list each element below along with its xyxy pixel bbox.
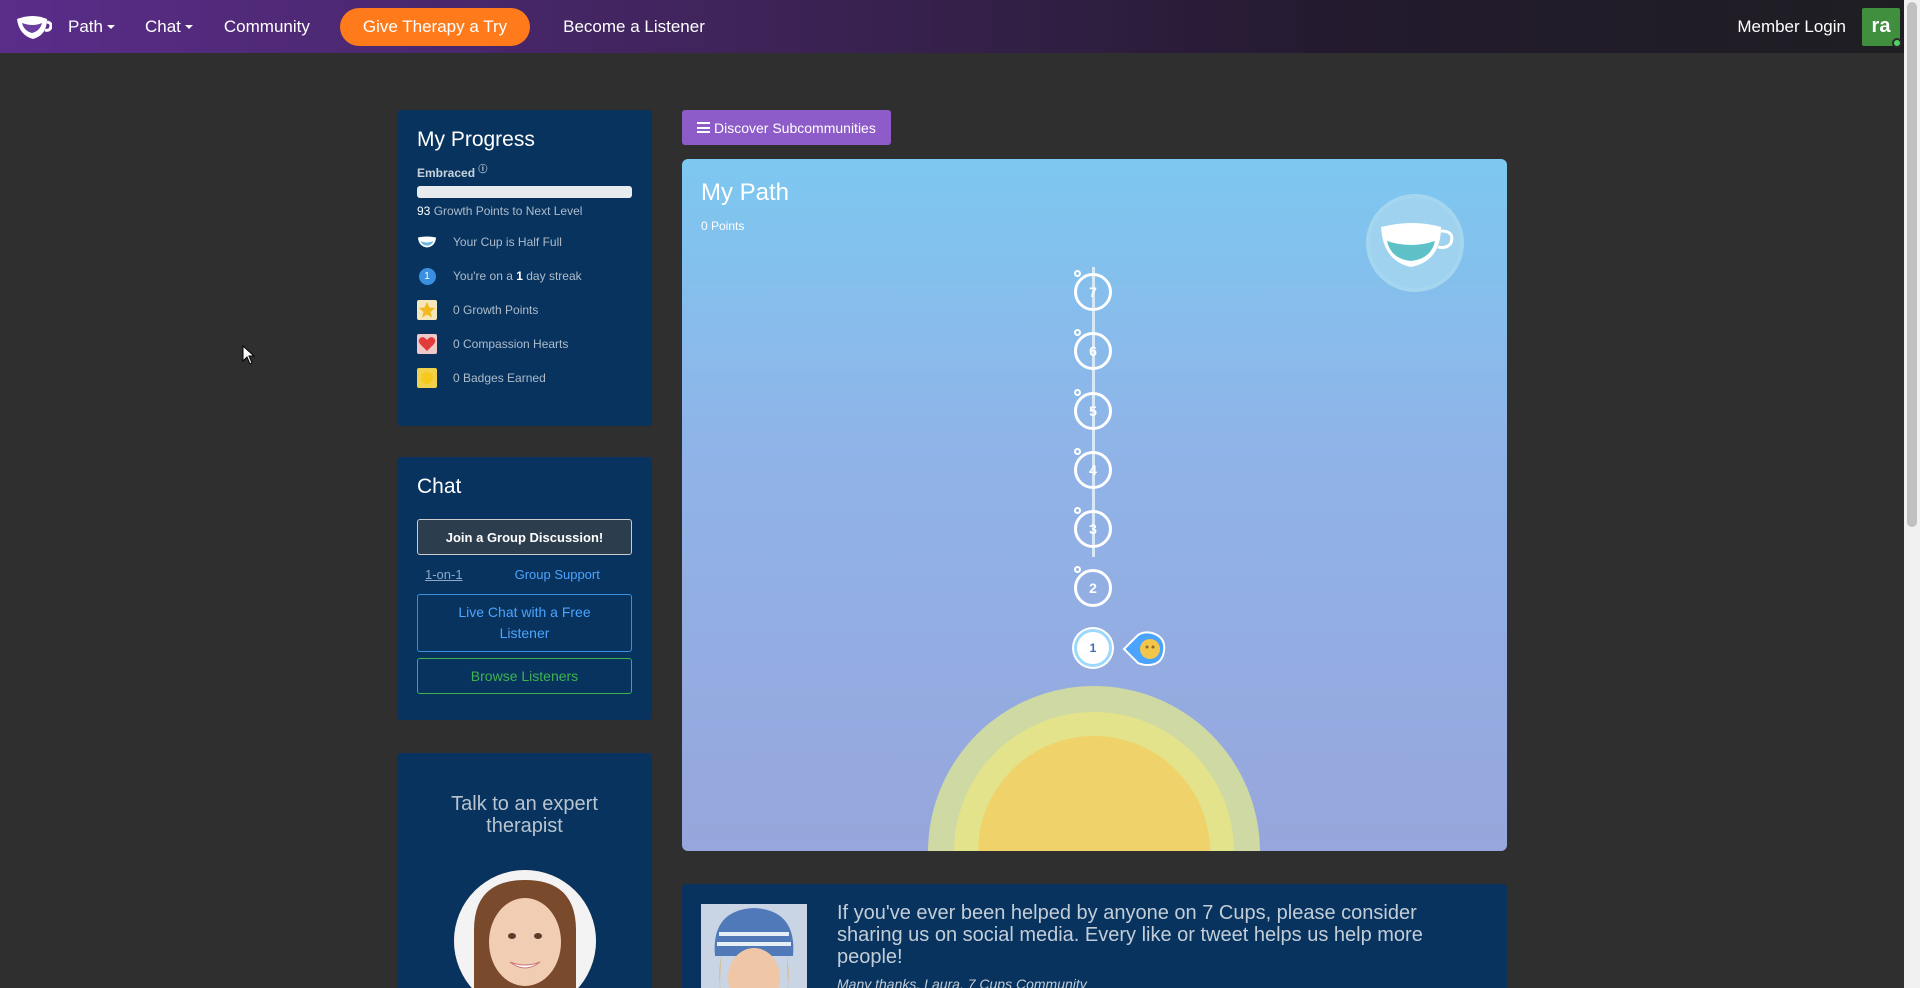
stat-growth-text: 0 Growth Points <box>453 303 539 317</box>
nav-path-label: Path <box>68 16 103 36</box>
chat-panel: Chat Join a Group Discussion! 1-on-1 Gro… <box>397 457 652 720</box>
expert-title: Talk to an expert therapist <box>451 793 598 837</box>
expert-therapist-panel: Talk to an expert therapist <box>397 753 652 988</box>
share-social-panel: If you've ever been helped by anyone on … <box>682 884 1507 988</box>
badge-icon <box>417 368 437 388</box>
stat-cup: Your Cup is Half Full <box>417 232 632 252</box>
step-lock-icon <box>1074 507 1081 514</box>
avatar-initials: ra <box>1871 15 1891 37</box>
share-signature: Many thanks, Laura, 7 Cups Community <box>837 976 1087 988</box>
streak-count: 1 <box>516 269 523 283</box>
avatar[interactable]: ra <box>1862 7 1902 48</box>
chat-tabs: 1-on-1 Group Support <box>417 567 632 582</box>
chevron-down-icon <box>184 24 193 29</box>
my-progress-panel: My Progress Embraced ⓘ 93 Growth Points … <box>397 110 652 426</box>
level-name: Embraced <box>417 166 476 180</box>
cup-level-icon[interactable] <box>1366 194 1464 292</box>
top-navbar: Path Chat Community Give Therapy a Try B… <box>0 0 1920 53</box>
stat-cup-text: Your Cup is Half Full <box>453 235 562 249</box>
step-lock-icon <box>1074 566 1081 573</box>
heart-icon <box>417 334 437 354</box>
star-icon <box>417 300 437 320</box>
stat-hearts-text: 0 Compassion Hearts <box>453 337 569 351</box>
share-message: If you've ever been helped by anyone on … <box>837 902 1423 968</box>
page-scrollbar[interactable] <box>1904 0 1920 988</box>
path-step-7[interactable]: 7 <box>1074 273 1112 311</box>
current-position-marker-icon <box>1122 631 1168 667</box>
mouse-cursor-icon <box>242 344 256 365</box>
cup-icon <box>417 232 437 252</box>
nav-right-group: Member Login ra <box>1737 0 1902 53</box>
step-lock-icon <box>1074 270 1081 277</box>
stat-growth-points: 0 Growth Points <box>417 300 632 320</box>
live-chat-button[interactable]: Live Chat with a Free Listener <box>417 594 632 652</box>
become-listener-link[interactable]: Become a Listener <box>563 17 705 37</box>
discover-label: Discover Subcommunities <box>714 119 876 136</box>
level-progress-bar <box>417 186 632 198</box>
seven-cups-logo-icon[interactable] <box>13 7 53 47</box>
member-login-link[interactable]: Member Login <box>1737 17 1846 37</box>
next-level-points: 93 <box>417 204 431 218</box>
therapist-photo[interactable] <box>453 870 596 988</box>
join-group-discussion-button[interactable]: Join a Group Discussion! <box>417 519 632 555</box>
my-progress-title: My Progress <box>417 128 535 151</box>
stat-compassion-hearts: 0 Compassion Hearts <box>417 334 632 354</box>
stat-badges-text: 0 Badges Earned <box>453 371 546 385</box>
nav-chat-dropdown[interactable]: Chat <box>145 17 193 37</box>
next-level-label: Growth Points to Next Level <box>433 204 583 218</box>
give-therapy-button[interactable]: Give Therapy a Try <box>339 7 531 46</box>
nav-path-dropdown[interactable]: Path <box>68 17 115 37</box>
path-step-3[interactable]: 3 <box>1074 510 1112 548</box>
streak-badge: 1 <box>418 267 436 285</box>
list-icon <box>697 122 710 133</box>
my-path-points: 0 Points <box>701 219 745 233</box>
step-lock-icon <box>1074 448 1081 455</box>
scrollbar-thumb[interactable] <box>1907 2 1917 527</box>
stat-badges: 0 Badges Earned <box>417 368 632 388</box>
chevron-down-icon <box>106 24 115 29</box>
streak-icon: 1 <box>417 266 437 286</box>
next-level-text: 93 Growth Points to Next Level <box>417 204 632 218</box>
path-step-6[interactable]: 6 <box>1074 332 1112 370</box>
path-step-4[interactable]: 4 <box>1074 451 1112 489</box>
level-label: Embraced ⓘ <box>417 162 632 180</box>
info-icon[interactable]: ⓘ <box>478 164 487 174</box>
chat-title: Chat <box>417 475 462 498</box>
step-lock-icon <box>1074 329 1081 336</box>
streak-prefix: You're on a <box>453 269 517 283</box>
path-step-2[interactable]: 2 <box>1074 569 1112 607</box>
online-status-icon <box>1892 37 1902 48</box>
discover-subcommunities-button[interactable]: Discover Subcommunities <box>682 110 891 145</box>
streak-suffix: day streak <box>522 269 582 283</box>
step-lock-icon <box>1074 389 1081 396</box>
stat-streak-text: You're on a 1 day streak <box>453 269 582 283</box>
browse-listeners-button[interactable]: Browse Listeners <box>417 658 632 694</box>
path-step-5[interactable]: 5 <box>1074 392 1112 430</box>
nav-chat-label: Chat <box>144 16 181 36</box>
my-path-panel: My Path 0 Points 7 6 5 4 3 2 1 <box>682 159 1507 851</box>
nav-community-link[interactable]: Community <box>224 17 310 37</box>
tab-group-support[interactable]: Group Support <box>515 567 600 582</box>
community-manager-photo <box>701 904 807 988</box>
my-path-title: My Path <box>701 179 790 206</box>
tab-one-on-one[interactable]: 1-on-1 <box>425 567 463 582</box>
path-step-1-current[interactable]: 1 <box>1074 629 1112 667</box>
stat-streak: 1 You're on a 1 day streak <box>417 266 632 286</box>
